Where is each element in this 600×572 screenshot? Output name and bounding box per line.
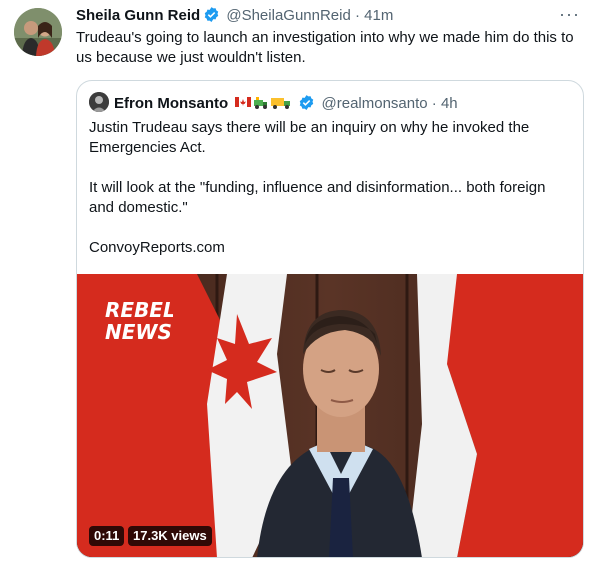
quoted-paragraph: It will look at the "funding, influence … [89, 179, 546, 216]
quoted-author-name[interactable]: Efron Monsanto [114, 95, 228, 112]
flag-and-truck-emoji-icons [235, 94, 295, 116]
logo-line-2: NEWS [105, 320, 172, 344]
tweet[interactable]: Sheila Gunn Reid @SheilaGunnReid · 41m ·… [0, 0, 600, 572]
avatar-photo [14, 8, 62, 56]
quoted-timestamp[interactable]: 4h [441, 95, 458, 112]
header-separator: · [355, 7, 360, 24]
quoted-tweet-header: Efron Monsanto @realmonsanto · 4h [89, 92, 458, 117]
rebel-news-logo: REBEL NEWS [105, 298, 173, 344]
verified-badge-icon [203, 6, 220, 29]
author-handle[interactable]: @SheilaGunnReid [226, 7, 350, 24]
quoted-tweet[interactable]: Efron Monsanto @realmonsanto · 4h Justin… [76, 80, 584, 558]
quoted-verified-badge-icon [298, 94, 315, 117]
video-duration: 0:11 [89, 526, 125, 546]
quoted-link-text[interactable]: ConvoyReports.com [89, 238, 573, 258]
more-options-icon[interactable]: ··· [559, 4, 580, 25]
author-name[interactable]: Sheila Gunn Reid [76, 7, 200, 24]
video-player[interactable]: REBEL NEWS 0:11 17.3K views [77, 274, 583, 557]
quoted-author-avatar[interactable] [89, 92, 109, 112]
logo-line-1: REBEL [105, 298, 173, 322]
tweet-text: Trudeau's going to launch an investigati… [76, 29, 574, 66]
quoted-author-handle[interactable]: @realmonsanto [322, 95, 428, 112]
video-views: 17.3K views [128, 526, 212, 546]
quoted-tweet-text: Justin Trudeau says there will be an inq… [89, 118, 573, 278]
tweet-timestamp[interactable]: 41m [364, 7, 393, 24]
tweet-header: Sheila Gunn Reid @SheilaGunnReid · 41m [76, 6, 580, 28]
quoted-paragraph: Justin Trudeau says there will be an inq… [89, 119, 530, 156]
author-avatar[interactable] [14, 8, 62, 56]
quoted-header-separator: · [431, 95, 437, 112]
